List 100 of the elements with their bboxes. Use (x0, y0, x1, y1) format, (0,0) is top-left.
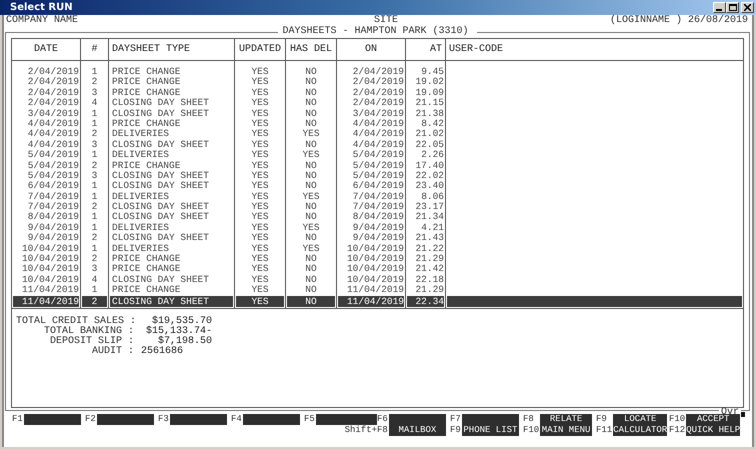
table-cell-text: CLOSING DAY SHEET (111, 202, 210, 212)
table-cell-text: 8/04/2019 (26, 212, 79, 223)
table-cell-text: 9/04/2019 (352, 222, 404, 233)
table-cell-text: DELIVERIES (111, 192, 170, 202)
table-cell-text: 10/04/2019 (20, 254, 79, 264)
table-cell-text: NO (304, 202, 318, 212)
table-cell-text: 9.45 (420, 67, 444, 78)
table-cell-text: 23.40 (414, 181, 444, 192)
table-cell-text: CLOSING DAY SHEET (111, 170, 210, 182)
maximize-icon (728, 4, 736, 11)
table-cell-text: 1 (90, 222, 98, 234)
table-cell-text: YES (250, 118, 270, 130)
table-cell-text: CLOSING DAY SHEET (111, 98, 210, 109)
table-cell-text: 1 (90, 244, 98, 254)
table-cell-text: 4/04/2019 (352, 129, 404, 140)
table-cell-text: 21.42 (414, 264, 444, 275)
summary-value: $19,535.70 (152, 316, 212, 327)
key-label: F3 (158, 414, 169, 425)
maximize-button[interactable] (726, 2, 739, 13)
table-cell-text: YES (301, 222, 321, 234)
function-key-button[interactable] (24, 414, 81, 425)
table-cell-text: YES (250, 150, 270, 161)
table-cell-text: 1 (90, 150, 98, 161)
table-cell: 11/04/2019 (338, 296, 404, 307)
table-cell-text: YES (250, 222, 270, 234)
key-label: F2 (85, 414, 96, 425)
close-icon (744, 4, 751, 11)
column-header: UPDATED (234, 39, 286, 60)
function-key-button[interactable] (96, 414, 154, 425)
table-cell-text: 5/04/2019 (352, 160, 404, 171)
summary-label: TOTAL CREDIT SALES : (16, 316, 134, 327)
table-cell-text: 2 (90, 129, 98, 140)
column-header: ON (336, 39, 406, 60)
key-label: F8 (523, 414, 535, 425)
minimize-button[interactable] (713, 2, 726, 13)
table-cell-text: 7/04/2019 (352, 192, 404, 202)
window-title: Select RUN (10, 2, 73, 13)
table-cell-text: 11/04/2019 (346, 285, 404, 296)
table-cell-text: NO (304, 88, 318, 98)
table-cell-text: NO (304, 140, 318, 150)
table-cell-text: YES (250, 98, 270, 109)
table-cell-text: CLOSING DAY SHEET (111, 181, 210, 192)
function-key-button[interactable] (316, 414, 377, 425)
key-label: F11 (596, 425, 612, 436)
table-cell-text: 4/04/2019 (26, 129, 79, 140)
close-button[interactable] (741, 2, 754, 13)
table-cell-text: 2 (90, 202, 98, 212)
table-cell-text: 22.18 (414, 274, 444, 286)
table-cell-text: 19.02 (414, 77, 444, 88)
table-cell-text: 3/04/2019 (352, 108, 404, 119)
key-label: F6 (377, 414, 388, 425)
table-cell-text: YES (250, 160, 270, 171)
function-key-button[interactable] (170, 414, 227, 425)
function-key-button[interactable]: RELATE MAIN MENU (540, 414, 592, 436)
table-cell-text: 7/04/2019 (352, 202, 404, 212)
table-cell-text: YES (301, 244, 321, 254)
table-cell-text: DELIVERIES (111, 244, 170, 254)
table-cell-text: 7/04/2019 (26, 202, 79, 212)
function-key-button[interactable]: PHONE LIST (462, 414, 519, 436)
table-cell-text: 21.15 (414, 98, 444, 109)
table-cell-text: YES (250, 264, 270, 275)
table-cell-text: NO (304, 264, 318, 275)
function-key-button[interactable] (242, 414, 300, 425)
table-cell-text: CLOSING DAY SHEET (111, 233, 210, 244)
table-cell-text: DELIVERIES (111, 150, 170, 161)
table-cell: YES (236, 296, 284, 307)
table-cell-text: YES (250, 202, 270, 212)
table-cell-text: YES (250, 140, 270, 150)
table-cell-text: 21.29 (414, 285, 444, 296)
summary-label: AUDIT : (90, 346, 134, 357)
table-cell-text: 5/04/2019 (352, 170, 404, 181)
table-cell-text: 4 (90, 98, 98, 109)
table-cell-text: YES (250, 192, 270, 202)
table-cell-text: 10/04/2019 (20, 264, 79, 275)
function-key-button[interactable]: MAILBOX (388, 414, 446, 436)
table-cell-text: 21.43 (414, 233, 444, 244)
table-cell-text: PRICE CHANGE (111, 118, 182, 130)
table-cell-text: 10/04/2019 (20, 244, 79, 254)
table-cell-text: 5/04/2019 (26, 160, 79, 171)
table-cell-text: 6/04/2019 (26, 181, 79, 192)
panel-title: DAYSHEETS - HAMPTON PARK (3310) (281, 27, 470, 37)
table-cell-text: NO (304, 108, 318, 119)
table-cell-text: YES (250, 67, 270, 78)
column-header: HAS DEL (286, 39, 336, 60)
table-cell-text: 10/04/2019 (346, 254, 404, 264)
table-cell-text: 21.02 (414, 129, 444, 140)
function-key-button[interactable]: LOCATE CALCULATOR (613, 414, 668, 436)
key-label: F9 (450, 425, 461, 436)
table-cell-text: YES (250, 88, 270, 98)
table-cell-text: NO (304, 274, 318, 286)
table-cell-text: 4/04/2019 (26, 140, 79, 150)
key-label: F8 (377, 425, 388, 436)
table-cell-text: 3 (90, 88, 98, 98)
table-cell-text: 21.29 (414, 254, 444, 264)
table-cell-text: 6/04/2019 (352, 181, 404, 192)
table-cell-text: CLOSING DAY SHEET (111, 274, 210, 286)
table-cell-text: 19.09 (414, 88, 444, 98)
table-cell-text: 23.17 (414, 202, 444, 212)
summary-value: $7,198.50 (158, 336, 212, 347)
table-cell-text: YES (250, 77, 270, 88)
